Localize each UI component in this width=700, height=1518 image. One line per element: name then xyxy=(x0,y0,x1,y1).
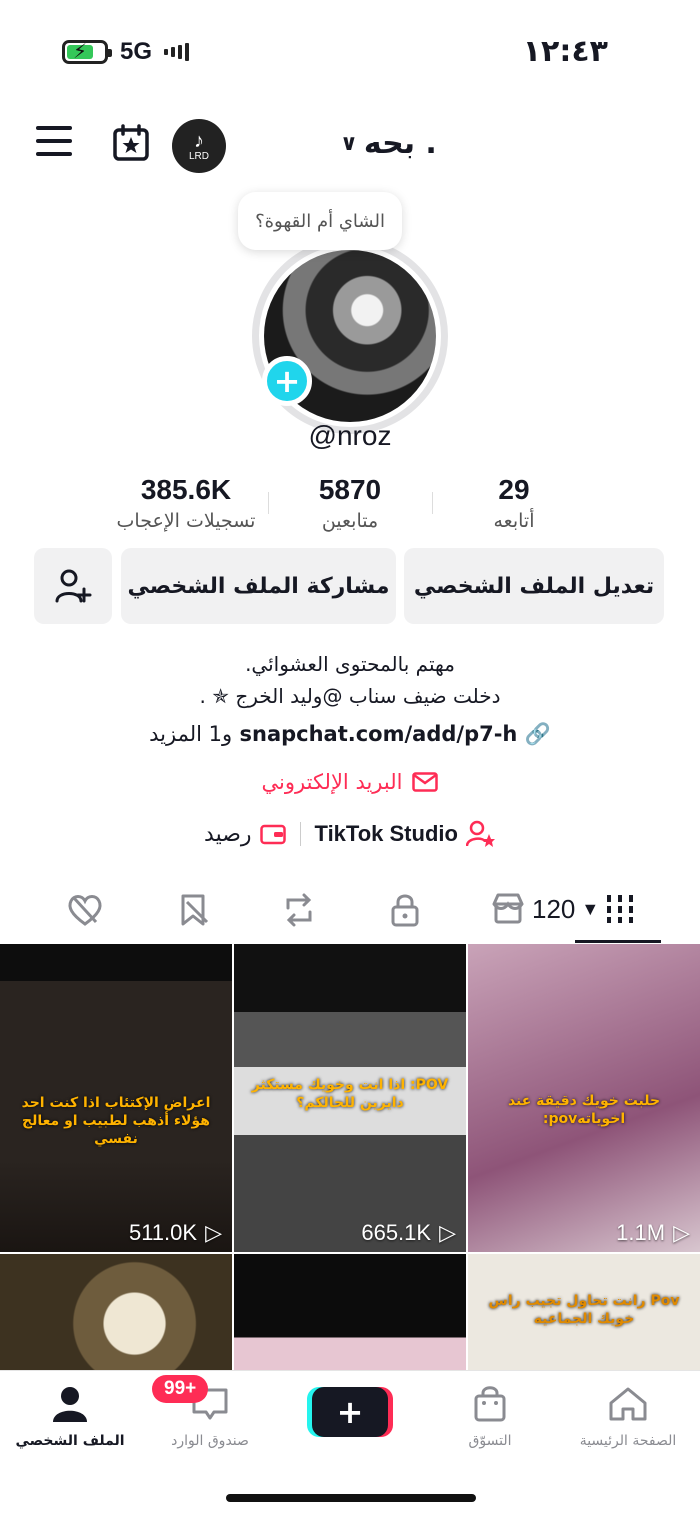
bio-link[interactable]: و1 المزيد snapchat.com/add/p7-h 🔗 xyxy=(0,722,700,747)
view-count-value: 511.0K xyxy=(128,1220,198,1245)
view-count-value: 1.1M xyxy=(616,1220,666,1245)
create-button[interactable]: + xyxy=(312,1387,388,1437)
stat-label: تسجيلات الإعجاب xyxy=(116,510,256,532)
profile-icon xyxy=(53,1387,87,1422)
add-story-button[interactable]: + xyxy=(262,356,312,406)
lrd-avatar[interactable]: ♪ LRD xyxy=(172,119,226,173)
stat-likes[interactable]: 385.6K تسجيلات الإعجاب xyxy=(96,474,276,532)
share-profile-button[interactable]: مشاركة الملف الشخصي xyxy=(121,548,396,624)
nav-shop[interactable]: التسوّق xyxy=(430,1385,550,1449)
view-count-value: 665.1K xyxy=(361,1220,432,1245)
video-thumbnail[interactable]: POV: اذا انت وخويك مستكثر دايرين للحالكم… xyxy=(234,944,466,1252)
nav-profile-label: الملف الشخصي xyxy=(15,1433,125,1449)
profile-note[interactable]: الشاي أم القهوة؟ xyxy=(238,192,402,250)
separator xyxy=(299,822,301,846)
nav-inbox-label: صندوق الوارد xyxy=(171,1433,249,1449)
caret-down-icon: ▼ xyxy=(581,898,600,919)
active-tab-indicator xyxy=(575,940,661,943)
avatar-label: LRD xyxy=(188,150,209,162)
tab-liked[interactable] xyxy=(60,890,110,930)
view-count: 665.1K ▷ xyxy=(361,1220,456,1246)
email-label: البريد الإلكتروني xyxy=(261,770,403,794)
bio-line: مهتم بالمحتوى العشوائي. xyxy=(245,652,455,676)
video-count: 120 xyxy=(532,893,576,924)
repost-icon xyxy=(286,893,312,927)
tab-videos[interactable]: 120 ▼ xyxy=(490,892,635,926)
mail-icon xyxy=(412,772,439,792)
wallet-button[interactable]: رصيد xyxy=(204,822,286,847)
home-icon xyxy=(609,1387,647,1421)
tab-favorites[interactable] xyxy=(168,890,218,930)
profile-tabs: 120 ▼ xyxy=(0,880,700,944)
video-thumbnail[interactable]: Pov رانت تحاول تجيب راس خويك الجماعيه xyxy=(468,1254,700,1370)
wallet-label: رصيد xyxy=(204,821,252,847)
heart-hidden-icon xyxy=(68,895,102,926)
battery-icon: ⚡ xyxy=(62,39,112,64)
video-thumbnail[interactable] xyxy=(234,1254,466,1370)
grid-icon xyxy=(607,895,634,923)
stat-value: 29 xyxy=(498,474,530,505)
nav-home[interactable]: الصفحة الرئيسية xyxy=(568,1385,688,1449)
inbox-badge: 99+ xyxy=(152,1375,209,1403)
nav-shop-label: التسوّق xyxy=(468,1433,512,1449)
view-count: 511.0K ▷ xyxy=(129,1220,222,1246)
bio-link-more: و1 المزيد xyxy=(149,722,233,746)
stat-value: 5870 xyxy=(318,474,382,505)
home-indicator[interactable] xyxy=(226,1494,476,1502)
studio-label: TikTok Studio xyxy=(314,821,458,846)
edit-profile-button[interactable]: تعديل الملف الشخصي xyxy=(404,548,664,624)
video-thumbnail[interactable]: اعراض الإكتئاب اذا كنت احد هؤلاء أذهب لط… xyxy=(0,944,232,1252)
bio-link-url: snapchat.com/add/p7-h xyxy=(239,722,518,746)
account-name: بحه . xyxy=(363,126,437,161)
nav-profile[interactable]: الملف الشخصي xyxy=(10,1385,130,1449)
tiktok-note-icon: ♪ xyxy=(194,129,204,152)
email-button[interactable]: البريد الإلكتروني xyxy=(0,770,700,794)
stat-followers[interactable]: 5870 متابعين xyxy=(260,474,440,532)
account-switcher[interactable]: ∨ بحه . xyxy=(340,126,437,161)
stat-following[interactable]: 29 أتابعه xyxy=(424,474,604,532)
video-thumbnail[interactable]: حلبت خويك دقيقة عند اخوياتهpov: 1.1M ▷ xyxy=(468,944,700,1252)
user-star-icon xyxy=(465,820,495,847)
signal-icon xyxy=(164,43,190,61)
profile-avatar[interactable]: + xyxy=(252,238,448,434)
profile-stats: 29 أتابعه 5870 متابعين 385.6K تسجيلات ال… xyxy=(0,474,700,544)
chevron-down-icon: ∨ xyxy=(340,131,358,156)
nav-home-label: الصفحة الرئيسية xyxy=(579,1433,677,1449)
plus-icon: + xyxy=(336,1393,364,1431)
status-time: ١٢:٤٣ xyxy=(522,34,608,69)
video-caption: Pov رانت تحاول تجيب راس خويك الجماعيه xyxy=(488,1293,680,1328)
creator-tools: رصيد TikTok Studio xyxy=(0,820,700,848)
studio-button[interactable]: TikTok Studio xyxy=(315,820,496,848)
menu-icon[interactable] xyxy=(36,126,72,156)
calendar-star-icon[interactable] xyxy=(112,124,150,162)
add-user-icon xyxy=(55,569,92,603)
lock-icon xyxy=(391,894,419,927)
video-caption: حلبت خويك دقيقة عند اخوياتهpov: xyxy=(507,1093,661,1128)
add-friend-button[interactable] xyxy=(34,548,112,624)
bookmark-hidden-icon xyxy=(181,894,209,926)
stat-label: متابعين xyxy=(321,510,379,532)
wallet-icon xyxy=(259,824,286,845)
play-icon: ▷ xyxy=(205,1220,222,1245)
view-count: 1.1M ▷ xyxy=(616,1220,690,1246)
tab-private[interactable] xyxy=(380,890,430,930)
bio-line: دخلت ضيف سناب @وليد الخرج ✯ . xyxy=(199,684,501,708)
stat-label: أتابعه xyxy=(493,510,535,532)
tab-reposts[interactable] xyxy=(274,890,324,930)
top-nav: ♪ LRD ∨ بحه . xyxy=(0,118,700,174)
link-icon: 🔗 xyxy=(524,722,551,746)
video-caption: اعراض الإكتئاب اذا كنت احد هؤلاء أذهب لط… xyxy=(21,1095,211,1148)
shop-icon xyxy=(492,893,524,924)
network-label: 5G xyxy=(120,38,153,65)
play-icon: ▷ xyxy=(673,1220,690,1245)
stat-value: 385.6K xyxy=(140,474,232,505)
profile-handle: @nroz xyxy=(308,420,392,451)
play-icon: ▷ xyxy=(439,1220,456,1245)
video-thumbnail[interactable] xyxy=(0,1254,232,1370)
status-indicators: ⚡ 5G xyxy=(62,38,190,66)
video-caption: POV: اذا انت وخويك مستكثر دايرين للحالكم… xyxy=(251,1077,449,1112)
shopping-bag-icon xyxy=(474,1386,506,1422)
